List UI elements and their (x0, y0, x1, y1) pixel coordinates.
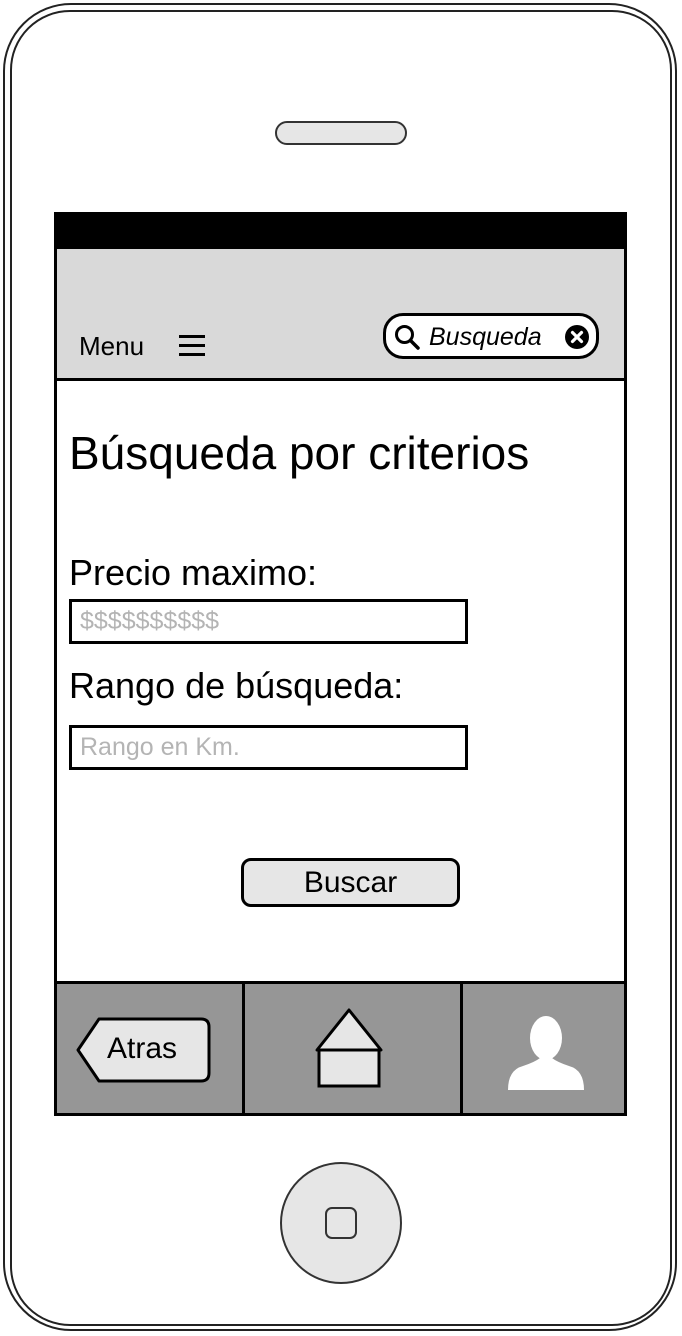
phone-speaker (275, 121, 407, 145)
user-icon[interactable] (505, 1010, 587, 1092)
search-button[interactable]: Buscar (241, 858, 460, 907)
page-title: Búsqueda por criterios (69, 427, 530, 479)
range-label: Rango de búsqueda: (69, 665, 404, 706)
phone-home-button[interactable] (280, 1162, 402, 1284)
search-text[interactable]: Busqueda (429, 322, 542, 352)
nav-bar: Menu Busqueda (57, 249, 624, 381)
hamburger-menu-icon[interactable] (179, 335, 205, 357)
search-icon (395, 325, 420, 350)
home-icon[interactable] (313, 1006, 385, 1096)
back-button[interactable]: Atras (75, 1017, 211, 1083)
bottom-tab-bar: Atras (57, 981, 624, 1113)
price-input[interactable] (69, 599, 468, 644)
status-bar (57, 215, 624, 249)
search-box[interactable]: Busqueda (383, 313, 599, 359)
tab-divider (460, 984, 463, 1113)
menu-label[interactable]: Menu (79, 331, 144, 361)
tab-divider (242, 984, 245, 1113)
range-input[interactable] (69, 725, 468, 770)
clear-search-icon[interactable] (564, 324, 590, 350)
phone-screen: Menu Busqueda Búsqueda por criterios Pre… (54, 212, 627, 1116)
price-label: Precio maximo: (69, 552, 318, 593)
home-button-square-icon (325, 1207, 357, 1239)
back-label: Atras (107, 1032, 178, 1065)
